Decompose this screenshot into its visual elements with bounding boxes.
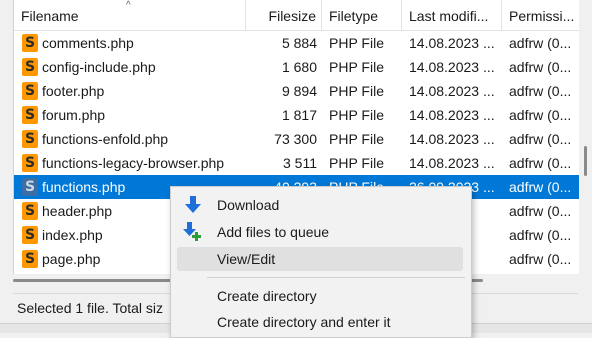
file-name: forum.php [42,107,106,123]
php-file-icon: S [22,226,38,244]
file-type: PHP File [329,155,384,171]
file-type: PHP File [329,107,384,123]
file-permissions: adfrw (0... [509,59,572,75]
file-permissions: adfrw (0... [509,251,572,267]
column-header-filesize[interactable]: Filesize [246,0,322,30]
file-permissions: adfrw (0... [509,131,572,147]
file-name: footer.php [42,83,105,99]
menu-separator [207,277,465,278]
php-file-icon: S [22,34,38,52]
file-row[interactable]: Sfunctions-legacy-browser.php 3 511 PHP Fi… [14,151,579,175]
php-file-icon: S [22,58,38,76]
menu-item-create-directory-and-enter[interactable]: Create directory and enter it [177,310,463,334]
php-file-icon: S [22,250,38,268]
file-permissions: adfrw (0... [509,83,572,99]
file-type: PHP File [329,35,384,51]
php-file-icon: S [22,178,38,196]
status-text: Selected 1 file. Total siz [17,300,164,316]
file-size: 5 884 [281,35,317,51]
file-type: PHP File [329,59,384,75]
file-row[interactable]: Sfooter.php 9 894 PHP File 14.08.2023 ... ad… [14,79,579,103]
menu-item-label: Download [217,197,280,213]
file-last-modified: 14.08.2023 ... [409,35,495,51]
file-size: 9 894 [281,83,317,99]
php-file-icon: S [22,106,38,124]
file-name: config-include.php [42,59,156,75]
file-size: 73 300 [274,131,317,147]
file-last-modified: 14.08.2023 ... [409,155,495,171]
column-header-filetype[interactable]: Filetype [322,0,402,30]
file-last-modified: 14.08.2023 ... [409,59,495,75]
file-size: 1 817 [281,107,317,123]
menu-item-label: Create directory and enter it [217,314,391,330]
file-last-modified: 14.08.2023 ... [409,131,495,147]
file-permissions: adfrw (0... [509,203,572,219]
file-permissions: adfrw (0... [509,179,572,195]
menu-item-add-files-to-queue[interactable]: Add files to queue [177,220,463,244]
column-header-last-modified[interactable]: Last modifi... [402,0,502,30]
file-permissions: adfrw (0... [509,35,572,51]
file-row[interactable]: Sforum.php 1 817 PHP File 14.08.2023 ... adf… [14,103,579,127]
menu-item-label: Create directory [217,288,317,304]
php-file-icon: S [22,154,38,172]
menu-item-view-edit[interactable]: View/Edit [177,247,463,271]
file-permissions: adfrw (0... [509,107,572,123]
file-type: PHP File [329,131,384,147]
file-list-header: Filename ^ Filesize Filetype Last modifi… [14,0,579,31]
php-file-icon: S [22,130,38,148]
download-icon [183,195,203,215]
file-name: comments.php [42,35,134,51]
column-header-permissions[interactable]: Permissi... [502,0,579,30]
file-type: PHP File [329,83,384,99]
file-row[interactable]: Scomments.php 5 884 PHP File 14.08.2023 ...… [14,31,579,55]
php-file-icon: S [22,202,38,220]
php-file-icon: S [22,82,38,100]
menu-item-create-directory[interactable]: Create directory [177,284,463,308]
file-size: 3 511 [283,155,317,171]
sort-ascending-icon: ^ [126,0,131,11]
menu-item-label: Add files to queue [217,224,330,240]
add-to-queue-icon [183,222,203,242]
file-last-modified: 14.08.2023 ... [409,107,495,123]
menu-item-download[interactable]: Download [177,193,463,217]
vertical-scrollbar[interactable] [580,0,592,288]
vertical-scrollbar-thumb[interactable] [584,146,587,176]
file-row[interactable]: Sfunctions-enfold.php 73 300 PHP File 14.08… [14,127,579,151]
file-name: functions-legacy-browser.php [42,155,225,171]
file-permissions: adfrw (0... [509,155,572,171]
file-name: functions-enfold.php [42,131,169,147]
file-size: 1 680 [281,59,317,75]
context-menu: Download Add files to queue View/Edit Cr… [170,186,472,338]
file-last-modified: 14.08.2023 ... [409,83,495,99]
file-row[interactable]: Sconfig-include.php 1 680 PHP File 14.08.20… [14,55,579,79]
file-permissions: adfrw (0... [509,227,572,243]
menu-item-label: View/Edit [217,251,276,267]
